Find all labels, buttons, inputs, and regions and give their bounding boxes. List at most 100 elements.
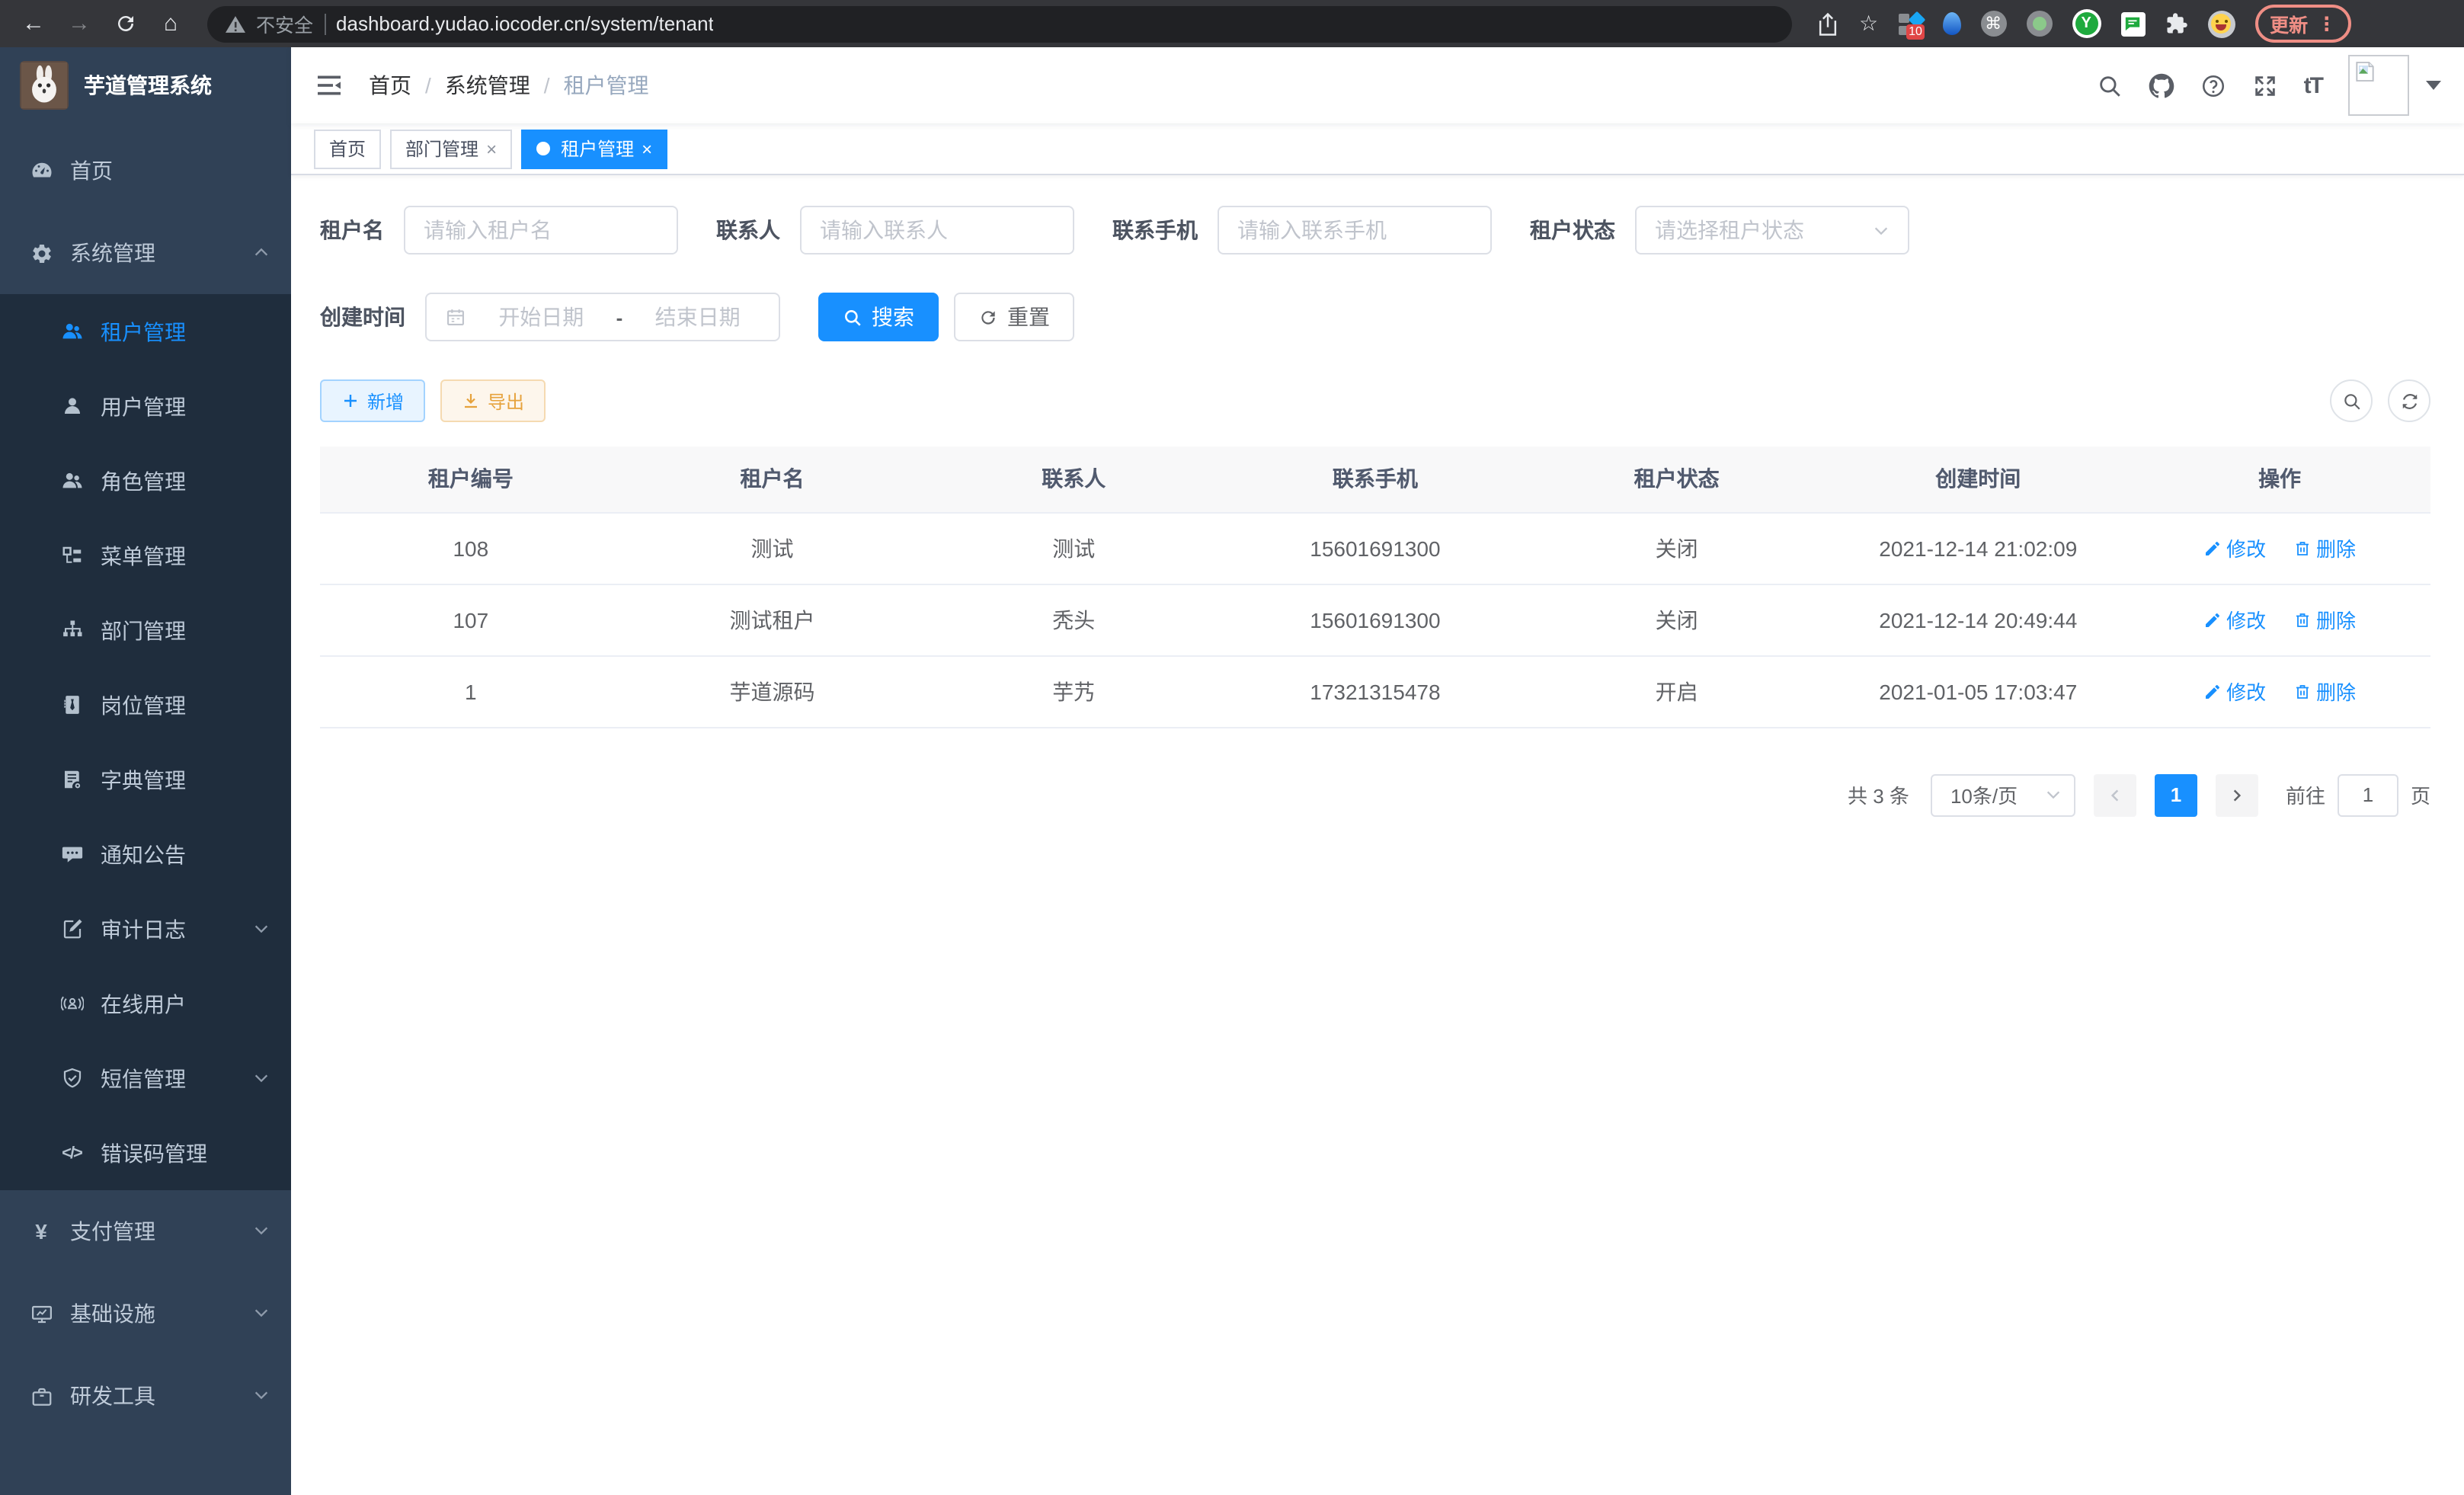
refresh-icon [978,307,998,327]
avatar[interactable] [2348,55,2409,116]
date-range-picker[interactable]: 开始日期 - 结束日期 [425,293,780,341]
trash-icon [2293,682,2312,700]
search-button[interactable]: 搜索 [818,293,939,341]
close-icon[interactable]: × [486,138,497,159]
chevron-down-icon [253,1301,270,1326]
add-button[interactable]: 新增 [320,379,425,422]
breadcrumb-home[interactable]: 首页 [369,70,411,101]
status-select[interactable]: 请选择租户状态 [1635,206,1909,255]
col-created: 创建时间 [1827,447,2129,512]
audit-log-icon [59,917,84,941]
fullscreen-button[interactable] [2252,72,2278,98]
sidebar-item-dict[interactable]: 字典管理 [0,742,291,817]
extension-badge: 10 [1906,24,1925,39]
create-time-label: 创建时间 [320,302,405,332]
search-icon [2341,391,2361,411]
delete-button[interactable]: 删除 [2293,605,2356,634]
browser-reload-button[interactable] [107,5,143,42]
sidebar-item-role[interactable]: 角色管理 [0,443,291,518]
extension-recorder-icon[interactable] [2026,11,2052,37]
tag-tenant[interactable]: 租户管理 × [521,129,667,168]
sidebar-item-system[interactable]: 系统管理 [0,212,291,294]
col-tenant-name: 租户名 [622,447,923,512]
app-title: 芋道管理系统 [84,70,212,101]
header-search-button[interactable] [2097,72,2123,98]
prev-page-button[interactable] [2094,773,2136,816]
chevron-down-icon [253,917,270,941]
sidebar-item-pay[interactable]: ¥ 支付管理 [0,1190,291,1273]
sidebar-item-notice[interactable]: 通知公告 [0,817,291,892]
sidebar-item-menu[interactable]: 菜单管理 [0,518,291,593]
main-area: 首页 / 系统管理 / 租户管理 [291,47,2464,1495]
avatar-caret-icon[interactable] [2426,81,2441,90]
browser-forward-button[interactable]: → [61,5,98,42]
broken-image-icon [2353,59,2377,84]
delete-button[interactable]: 删除 [2293,533,2356,562]
address-bar[interactable]: 不安全 dashboard.yudao.iocoder.cn/system/te… [207,5,1792,42]
delete-button[interactable]: 删除 [2293,677,2356,706]
dict-book-icon [59,767,84,792]
app-logo-link[interactable]: 芋道管理系统 [0,47,291,123]
edit-button[interactable]: 修改 [2203,677,2266,706]
extension-y-icon[interactable]: Y [2072,9,2101,38]
extension-chat-icon[interactable] [2120,11,2145,36]
security-label: 不安全 [256,9,313,38]
tenant-table: 租户编号 租户名 联系人 联系手机 租户状态 创建时间 操作 108 测试 [320,447,2430,728]
col-status: 租户状态 [1526,447,1828,512]
breadcrumb-system[interactable]: 系统管理 [445,70,530,101]
address-divider [324,13,325,34]
org-tree-icon [59,618,84,642]
contact-input[interactable] [820,218,1054,242]
table-header-row: 租户编号 租户名 联系人 联系手机 租户状态 创建时间 操作 [320,447,2430,512]
sidebar-item-post[interactable]: 岗位管理 [0,667,291,742]
browser-back-button[interactable]: ← [15,5,52,42]
help-button[interactable] [2200,72,2226,98]
tenant-name-input[interactable] [424,218,658,242]
sidebar-item-audit-log[interactable]: 审计日志 [0,892,291,966]
chrome-update-menu-button[interactable]: 更新 ⋮ [2254,5,2351,43]
page-size-select[interactable]: 10条/页 [1931,773,2075,816]
font-size-button[interactable]: tT [2304,72,2322,98]
extension-pin-icon[interactable] [1942,12,1960,35]
edit-button[interactable]: 修改 [2203,605,2266,634]
extension-tampermonkey-icon[interactable]: 10 [1898,11,1922,36]
chevron-up-icon [253,241,270,265]
sidebar-item-error-code[interactable]: </> 错误码管理 [0,1116,291,1190]
sidebar-item-dept[interactable]: 部门管理 [0,593,291,667]
chevron-right-icon [2229,787,2245,802]
show-search-toggle-button[interactable] [2330,379,2373,422]
extension-command-icon[interactable]: ⌘ [1980,11,2006,37]
export-button[interactable]: 导出 [440,379,546,422]
navbar-actions: tT [2097,55,2441,116]
sidebar-item-user[interactable]: 用户管理 [0,369,291,443]
sidebar-item-home[interactable]: 首页 [0,130,291,212]
sidebar-item-sms[interactable]: 短信管理 [0,1041,291,1116]
calendar-icon [445,306,466,328]
mobile-input[interactable] [1237,218,1472,242]
sidebar-item-devtools[interactable]: 研发工具 [0,1355,291,1437]
next-page-button[interactable] [2216,773,2258,816]
tag-dept[interactable]: 部门管理 × [390,129,512,168]
goto-page-input[interactable] [2338,773,2398,816]
browser-chrome: ← → ⌂ 不安全 dashboard.yudao.iocoder.cn/sys… [0,0,2464,47]
reset-button[interactable]: 重置 [954,293,1074,341]
extensions-puzzle-icon[interactable] [2165,12,2187,35]
tag-home[interactable]: 首页 [314,129,381,168]
page-number-button[interactable]: 1 [2155,773,2197,816]
edit-button[interactable]: 修改 [2203,533,2266,562]
trash-icon [2293,610,2312,629]
refresh-table-button[interactable] [2388,379,2430,422]
close-icon[interactable]: × [642,138,652,159]
sidebar-collapse-button[interactable] [314,70,344,101]
browser-home-button[interactable]: ⌂ [152,5,189,42]
sidebar-item-tenant[interactable]: 租户管理 [0,294,291,369]
pencil-icon [2203,610,2222,629]
share-button[interactable] [1816,11,1839,36]
github-link[interactable] [2149,72,2174,98]
sidebar-item-infra[interactable]: 基础设施 [0,1273,291,1355]
profile-avatar-icon[interactable] [2207,10,2235,37]
pagination-total: 共 3 条 [1848,780,1909,809]
roles-icon [59,469,84,493]
bookmark-star-button[interactable]: ☆ [1859,11,1878,37]
sidebar-item-online-user[interactable]: 在线用户 [0,966,291,1041]
